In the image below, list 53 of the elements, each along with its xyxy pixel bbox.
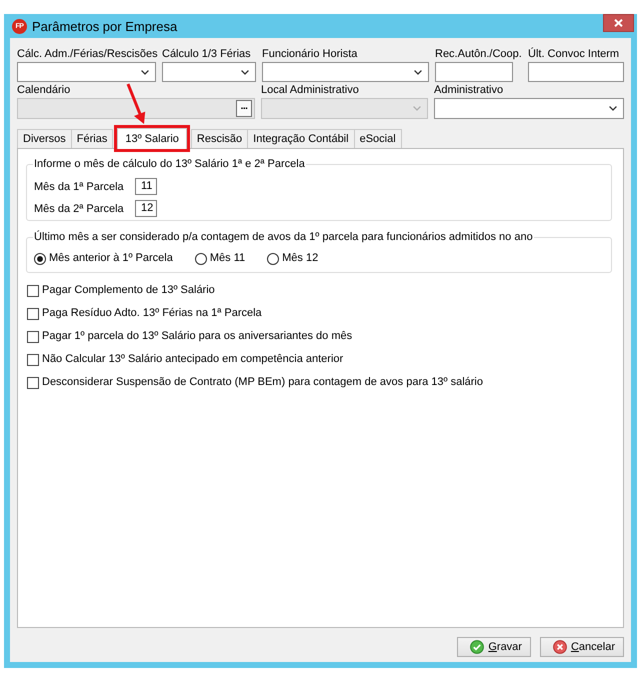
chevron-down-icon [609, 106, 617, 111]
cancel-button[interactable]: Cancelar [540, 637, 624, 657]
radio-label: Mês 11 [210, 252, 246, 265]
field-label: Cálculo 1/3 Férias [162, 47, 251, 61]
field-label: Cálc. Adm./Férias/Rescisões [17, 47, 158, 61]
number-field[interactable]: 12 [135, 200, 157, 217]
radio-label: Mês anterior à 1º Parcela [49, 252, 173, 265]
checkbox[interactable] [27, 376, 39, 388]
checkbox[interactable] [27, 354, 39, 366]
number-field[interactable]: 11 [135, 178, 157, 195]
dropdown-field[interactable] [262, 62, 429, 82]
chevron-down-icon [414, 70, 422, 74]
check-icon [470, 640, 484, 654]
chevron-down-icon [413, 106, 421, 111]
chevron-down-icon [241, 70, 249, 74]
field-label: Calendário [17, 83, 70, 97]
window-title: Parâmetros por Empresa [32, 18, 178, 34]
checkbox-label: Pagar Complemento de 13º Salário [42, 284, 215, 297]
tab[interactable]: Rescisão [190, 129, 248, 148]
dropdown-field[interactable] [17, 62, 156, 82]
tab[interactable]: Férias [70, 129, 114, 148]
radio-label: Mês 12 [282, 252, 318, 265]
tab[interactable]: Diversos [17, 129, 72, 148]
close-icon [614, 19, 623, 27]
checkbox-label: Desconsiderar Suspensão de Contrato (MP BEm) para contagem de avos para 13º salário [42, 376, 483, 389]
field-label: Funcionário Horista [262, 47, 358, 61]
save-button[interactable]: Gravar [457, 637, 531, 657]
radio-button[interactable] [267, 252, 280, 264]
radio-button[interactable] [194, 252, 207, 264]
checkbox-label: Paga Resíduo Adto. 13º Férias na 1ª Parcela [42, 307, 262, 320]
checkbox[interactable] [27, 330, 39, 342]
cancel-icon [552, 640, 567, 654]
close-button[interactable] [603, 14, 634, 32]
tab[interactable]: 13º Salario [117, 128, 187, 149]
checkbox[interactable] [27, 284, 39, 296]
radio-button[interactable] [34, 252, 46, 264]
group-title: Último mês a ser considerado p/a contagem de avos da 1º parcela para funcionários admitidos no ano [33, 231, 534, 244]
checkbox-label: Não Calcular 13º Salário antecipado em competência anterior [42, 353, 344, 366]
dropdown-field[interactable] [434, 98, 624, 119]
checkbox-label: Pagar 1º parcela do 13º Salário para os aniversariantes do mês [42, 330, 352, 343]
field-label: Mês da 1ª Parcela [34, 180, 125, 192]
field-label: Últ. Convoc Interm [528, 47, 620, 61]
dropdown-field[interactable] [162, 62, 256, 82]
input-field[interactable] [435, 62, 513, 82]
field-label: Local Administrativo [261, 83, 359, 97]
input-field[interactable] [528, 62, 624, 82]
field-label: Rec.Autôn./Coop. [435, 47, 522, 61]
field-label: Mês da 2ª Parcela [34, 202, 125, 214]
group-title: Informe o mês de cálculo do 13º Salário 1ª e 2ª Parcela [33, 158, 306, 171]
tab[interactable]: eSocial [354, 129, 402, 148]
chevron-down-icon [141, 70, 149, 74]
field-label: Administrativo [434, 83, 504, 97]
checkbox[interactable] [27, 308, 39, 320]
